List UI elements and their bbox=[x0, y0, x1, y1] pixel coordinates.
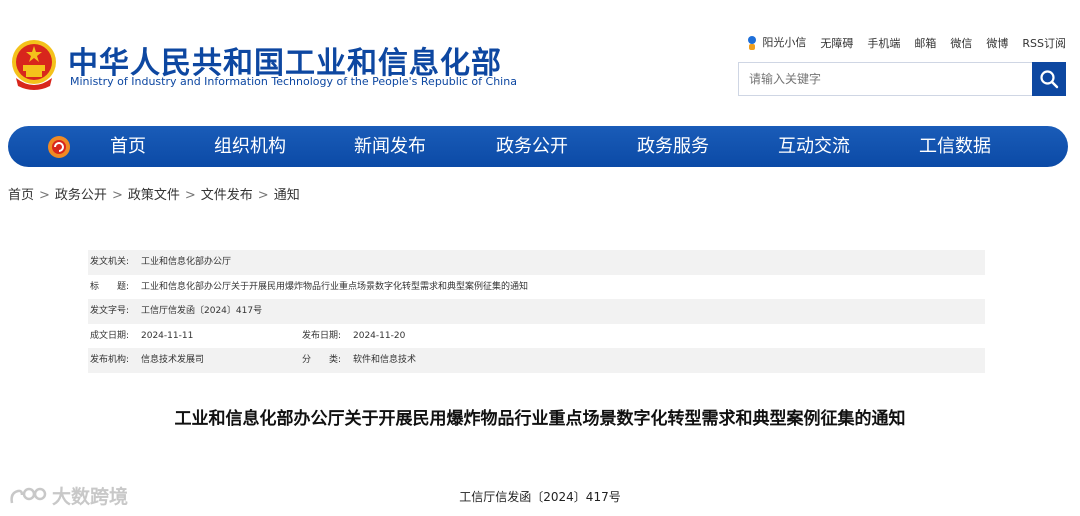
top-link-weibo[interactable]: 微博 bbox=[986, 35, 1008, 51]
breadcrumb-gov-affairs[interactable]: 政务公开 bbox=[55, 188, 107, 203]
breadcrumb-notice[interactable]: 通知 bbox=[274, 188, 300, 203]
meta-category-value: 软件和信息技术 bbox=[353, 355, 417, 366]
breadcrumb-separator: > bbox=[257, 188, 269, 203]
nav-item-services[interactable]: 政务服务 bbox=[637, 126, 709, 167]
site-title-english: Ministry of Industry and Information Tec… bbox=[70, 75, 517, 88]
nav-item-government-affairs[interactable]: 政务公开 bbox=[496, 126, 568, 167]
search-input[interactable] bbox=[739, 63, 1031, 95]
search-box bbox=[738, 62, 1066, 96]
main-nav: 首页 组织机构 新闻发布 政务公开 政务服务 互动交流 工信数据 bbox=[8, 126, 1068, 167]
nav-item-data[interactable]: 工信数据 bbox=[919, 126, 991, 167]
meta-doc-number-label: 发文字号: bbox=[90, 306, 130, 317]
document-metadata: 发文机关: 工业和信息化部办公厅 标 题: 工业和信息化部办公厅关于开展民用爆炸… bbox=[88, 250, 985, 373]
top-link-mobile[interactable]: 手机端 bbox=[867, 35, 900, 51]
top-link-mail[interactable]: 邮箱 bbox=[914, 35, 936, 51]
breadcrumb: 首页 > 政务公开 > 政策文件 > 文件发布 > 通知 bbox=[8, 184, 300, 203]
breadcrumb-separator: > bbox=[39, 188, 50, 203]
top-link-wechat[interactable]: 微信 bbox=[950, 35, 972, 51]
breadcrumb-file-release[interactable]: 文件发布 bbox=[201, 188, 253, 203]
breadcrumb-separator: > bbox=[184, 188, 196, 203]
meta-category-label: 分 类: bbox=[302, 355, 342, 366]
meta-row-doc-number: 发文字号: 工信厅信发函〔2024〕417号 bbox=[88, 299, 985, 324]
meta-row-issuer: 发文机关: 工业和信息化部办公厅 bbox=[88, 250, 985, 275]
meta-written-label: 成文日期: bbox=[90, 330, 130, 341]
mascot-icon bbox=[748, 36, 757, 50]
top-links: 阳光小信 无障碍 手机端 邮箱 微信 微博 RSS订阅 bbox=[746, 34, 1066, 51]
nav-item-organization[interactable]: 组织机构 bbox=[214, 126, 286, 167]
meta-published-label: 发布日期: bbox=[302, 330, 342, 341]
meta-org-value: 信息技术发展司 bbox=[141, 355, 205, 366]
top-link-accessibility[interactable]: 无障碍 bbox=[820, 35, 853, 51]
ministry-logo-icon bbox=[48, 136, 70, 158]
document-number: 工信厅信发函〔2024〕417号 bbox=[459, 490, 621, 504]
breadcrumb-policy-files[interactable]: 政策文件 bbox=[128, 188, 180, 203]
meta-title-value: 工业和信息化部办公厅关于开展民用爆炸物品行业重点场景数字化转型需求和典型案例征集… bbox=[141, 281, 529, 292]
meta-issuer-value: 工业和信息化部办公厅 bbox=[141, 257, 232, 267]
nav-item-interaction[interactable]: 互动交流 bbox=[778, 126, 850, 167]
meta-doc-number-value: 工信厅信发函〔2024〕417号 bbox=[141, 306, 263, 317]
meta-published-value: 2024-11-20 bbox=[353, 330, 406, 341]
meta-row-title: 标 题: 工业和信息化部办公厅关于开展民用爆炸物品行业重点场景数字化转型需求和典… bbox=[88, 275, 985, 300]
search-button[interactable] bbox=[1032, 62, 1066, 96]
nav-item-home[interactable]: 首页 bbox=[110, 126, 146, 167]
breadcrumb-separator: > bbox=[111, 188, 123, 203]
breadcrumb-home[interactable]: 首页 bbox=[8, 188, 34, 203]
document-title: 工业和信息化部办公厅关于开展民用爆炸物品行业重点场景数字化转型需求和典型案例征集… bbox=[174, 409, 906, 429]
national-emblem-icon bbox=[12, 40, 56, 90]
meta-org-label: 发布机构: bbox=[90, 355, 130, 366]
meta-row-org: 发布机构: 信息技术发展司 分 类: 软件和信息技术 bbox=[88, 348, 985, 373]
search-icon bbox=[1040, 70, 1059, 89]
top-link-sunshine[interactable]: 阳光小信 bbox=[746, 34, 806, 51]
top-link-rss[interactable]: RSS订阅 bbox=[1022, 35, 1066, 51]
meta-row-dates: 成文日期: 2024-11-11 发布日期: 2024-11-20 bbox=[88, 324, 985, 349]
meta-title-label: 标 题: bbox=[90, 281, 130, 292]
meta-written-value: 2024-11-11 bbox=[141, 330, 194, 341]
meta-issuer-label: 发文机关: bbox=[90, 257, 130, 267]
nav-item-news[interactable]: 新闻发布 bbox=[354, 126, 426, 167]
